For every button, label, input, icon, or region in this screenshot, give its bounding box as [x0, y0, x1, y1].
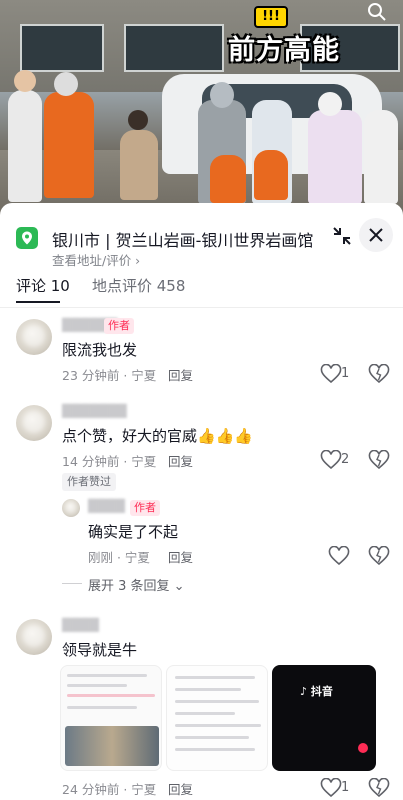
reply-time-location: 刚刚 · 宁夏 [88, 550, 150, 565]
comment-time-location: 23 分钟前 · 宁夏 [62, 368, 157, 383]
comment-text[interactable]: 领导就是牛 [62, 639, 137, 660]
image-thumbnail[interactable] [60, 665, 162, 771]
like-count: 2 [341, 452, 350, 467]
avatar[interactable] [62, 499, 80, 517]
reply-button[interactable]: 回复 [168, 547, 193, 566]
tab-comments[interactable]: 评论 10 [16, 275, 70, 296]
username[interactable]: ████ [88, 499, 125, 513]
like-count: 1 [341, 780, 350, 795]
username[interactable]: ████ [62, 618, 99, 632]
reply-button[interactable]: 回复 [168, 451, 193, 470]
heart-icon[interactable] [328, 546, 350, 566]
comment-time-location: 24 分钟前 · 宁夏 [62, 782, 157, 797]
video-preview[interactable]: !!! 前方高能 [0, 0, 403, 222]
search-icon[interactable] [367, 2, 387, 22]
comment-time-location: 14 分钟前 · 宁夏 [62, 454, 157, 469]
author-badge: 作者 [104, 318, 134, 334]
close-icon [369, 228, 383, 242]
reply-text[interactable]: 确实是了不起 [88, 521, 178, 542]
like-count: 1 [341, 366, 350, 381]
comment-item: ███████ 点个赞，好大的官威👍👍👍 14 分钟前 · 宁夏 回复 2 作者… [0, 401, 403, 601]
comment-text[interactable]: 限流我也发 [62, 339, 137, 360]
heart-icon[interactable] [320, 364, 342, 384]
broken-heart-icon[interactable] [368, 778, 390, 798]
broken-heart-icon[interactable] [368, 364, 390, 384]
location-subtitle-link[interactable]: 查看地址/评价 › [52, 250, 140, 269]
video-headline: 前方高能 [228, 35, 340, 66]
broken-heart-icon[interactable] [368, 546, 390, 566]
close-button[interactable] [359, 218, 393, 252]
comment-item: ████ 领导就是牛 ♪ 抖音 24 分钟前 · 宁夏 回复 1 [0, 615, 403, 800]
image-thumbnail[interactable]: ♪ 抖音 [272, 665, 376, 771]
username[interactable]: ███████ [62, 404, 127, 418]
heart-icon[interactable] [320, 450, 342, 470]
sticker: !!! [254, 6, 288, 28]
douyin-logo: ♪ 抖音 [300, 685, 333, 698]
comment-item: ██████ 作者 限流我也发 23 分钟前 · 宁夏 回复 1 [0, 315, 403, 385]
reply-button[interactable]: 回复 [168, 365, 193, 384]
avatar[interactable] [16, 319, 52, 355]
heart-icon[interactable] [320, 778, 342, 798]
author-badge: 作者 [130, 500, 160, 516]
tab-underline [16, 301, 60, 303]
map-pin-icon [16, 227, 38, 249]
broken-heart-icon[interactable] [368, 450, 390, 470]
reply-button[interactable]: 回复 [168, 779, 193, 798]
location-sheet: 银川市 | 贺兰山岩画-银川世界岩画馆 查看地址/评价 › 评论 10 地点评价… [0, 203, 403, 800]
comment-text[interactable]: 点个赞，好大的官威👍👍👍 [62, 425, 253, 446]
author-liked-tag: 作者赞过 [62, 473, 116, 491]
avatar[interactable] [16, 619, 52, 655]
location-title: 银川市 | 贺兰山岩画-银川世界岩画馆 [52, 231, 314, 250]
avatar[interactable] [16, 405, 52, 441]
image-thumbnail[interactable] [166, 665, 268, 771]
tab-place-reviews[interactable]: 地点评价 458 [92, 275, 185, 296]
location-header[interactable]: 银川市 | 贺兰山岩画-银川世界岩画馆 查看地址/评价 › [16, 215, 393, 268]
shrink-icon[interactable] [329, 223, 355, 249]
expand-replies-button[interactable]: 展开 3 条回复 ⌄ [88, 575, 185, 594]
